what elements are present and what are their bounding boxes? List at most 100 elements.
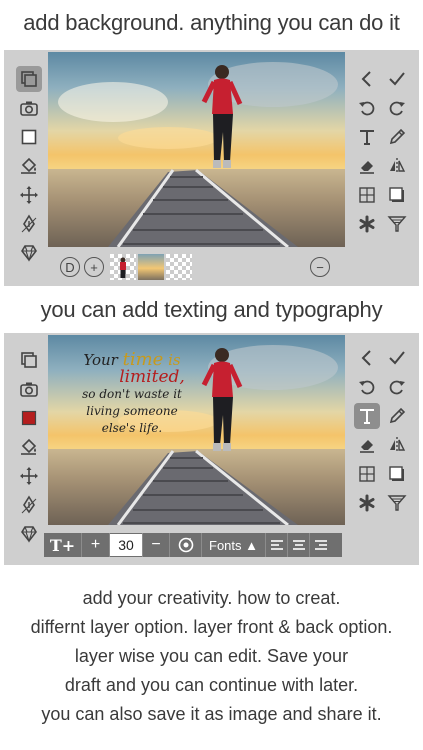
layer-thumb-empty[interactable] [166,254,192,280]
font-size-field[interactable]: 30 [110,534,142,556]
pen-tool[interactable] [16,211,42,237]
delete-layer-button[interactable]: D [60,257,80,277]
pencil-icon [389,128,406,145]
confirm-button[interactable] [384,345,410,371]
text-tool[interactable] [354,124,380,150]
undo-button[interactable] [354,95,380,121]
layers-icon [21,352,37,368]
back-button[interactable] [354,66,380,92]
canvas-photo-text[interactable]: Your time is limited, so don't waste it … [48,335,345,525]
undo-icon [359,380,375,395]
paint-bucket-icon [21,438,37,455]
grid-tool[interactable] [354,182,380,208]
confirm-button[interactable] [384,66,410,92]
camera-tool[interactable] [16,376,42,402]
text-icon [360,409,374,424]
editor-panel-text: Your time is limited, so don't waste it … [4,333,419,565]
text-color-tool[interactable] [16,405,42,431]
camera-icon [20,101,38,116]
text-tool-active[interactable] [354,403,380,429]
layer-thumb-background[interactable] [138,254,164,280]
filter-tool[interactable] [384,490,410,516]
flip-tool[interactable] [384,153,410,179]
asterisk-icon [359,494,375,512]
camera-icon [20,382,38,397]
layer-bar: D + − [54,253,354,281]
align-right-button[interactable] [310,533,332,557]
back-icon [361,71,371,87]
camera-tool[interactable] [16,95,42,121]
redo-icon [389,380,405,395]
check-icon [389,351,405,365]
text-icon [360,130,374,145]
move-icon [20,186,38,204]
filter-tool[interactable] [384,211,410,237]
premium-tool[interactable] [16,521,42,547]
align-center-icon [292,540,305,550]
back-button[interactable] [354,345,380,371]
align-left-button[interactable] [266,533,288,557]
background-color-tool[interactable] [16,124,42,150]
text-style-button[interactable]: T+ [44,533,82,557]
pen-nib-icon [21,214,37,233]
undo-icon [359,101,375,116]
fill-tool[interactable] [16,153,42,179]
diamond-icon [21,245,37,262]
fill-tool[interactable] [16,434,42,460]
pen-nib-icon [21,495,37,514]
text-toolbar: T+ + 30 − Fonts ▲ [44,533,342,557]
square-icon [21,129,37,145]
right-toolbar [354,50,414,286]
layers-tool[interactable] [16,347,42,373]
move-tool[interactable] [16,182,42,208]
filter-icon [387,216,407,232]
pencil-icon [389,407,406,424]
canvas-photo[interactable] [48,52,345,247]
move-icon [20,467,38,485]
align-right-icon [315,540,327,550]
redo-button[interactable] [384,374,410,400]
add-layer-button[interactable]: + [84,257,104,277]
description-line: you can also save it as image and share … [41,704,382,724]
color-wheel-icon [178,537,193,553]
move-tool[interactable] [16,463,42,489]
check-icon [389,72,405,86]
eraser-icon [360,161,374,174]
quote-text-layer[interactable]: Your time is limited, so don't waste it … [72,351,192,437]
undo-button[interactable] [354,374,380,400]
description-line: differnt layer option. layer front & bac… [30,617,393,637]
color-picker-button[interactable] [170,533,202,557]
layer-thumb-runner[interactable] [110,254,136,280]
effects-tool[interactable] [354,490,380,516]
effects-tool[interactable] [354,211,380,237]
grid-icon [359,466,375,482]
shadow-tool[interactable] [384,461,410,487]
draw-tool[interactable] [384,124,410,150]
asterisk-icon [359,215,375,233]
redo-button[interactable] [384,95,410,121]
draw-tool[interactable] [384,403,410,429]
feature-description: add your creativity. how to creat. diffe… [0,584,423,729]
square-icon [21,410,37,426]
description-line: layer wise you can edit. Save your [74,646,349,666]
shadow-tool[interactable] [384,182,410,208]
shadow-icon [389,466,404,481]
eraser-tool[interactable] [354,153,380,179]
grid-tool[interactable] [354,461,380,487]
heading-typography: you can add texting and typography [40,297,383,322]
fonts-button[interactable]: Fonts ▲ [202,533,266,557]
grid-icon [359,187,375,203]
layers-tool[interactable] [16,66,42,92]
font-size-decrease-button[interactable]: − [142,533,170,557]
heading-background: add background. anything you can do it [23,10,400,35]
eraser-tool[interactable] [354,432,380,458]
align-left-icon [270,540,283,550]
remove-layer-button[interactable]: − [310,257,330,277]
shadow-icon [389,187,404,202]
pen-tool[interactable] [16,492,42,518]
layers-icon [21,71,37,87]
font-size-increase-button[interactable]: + [82,533,110,557]
flip-tool[interactable] [384,432,410,458]
premium-tool[interactable] [16,240,42,266]
align-center-button[interactable] [288,533,310,557]
